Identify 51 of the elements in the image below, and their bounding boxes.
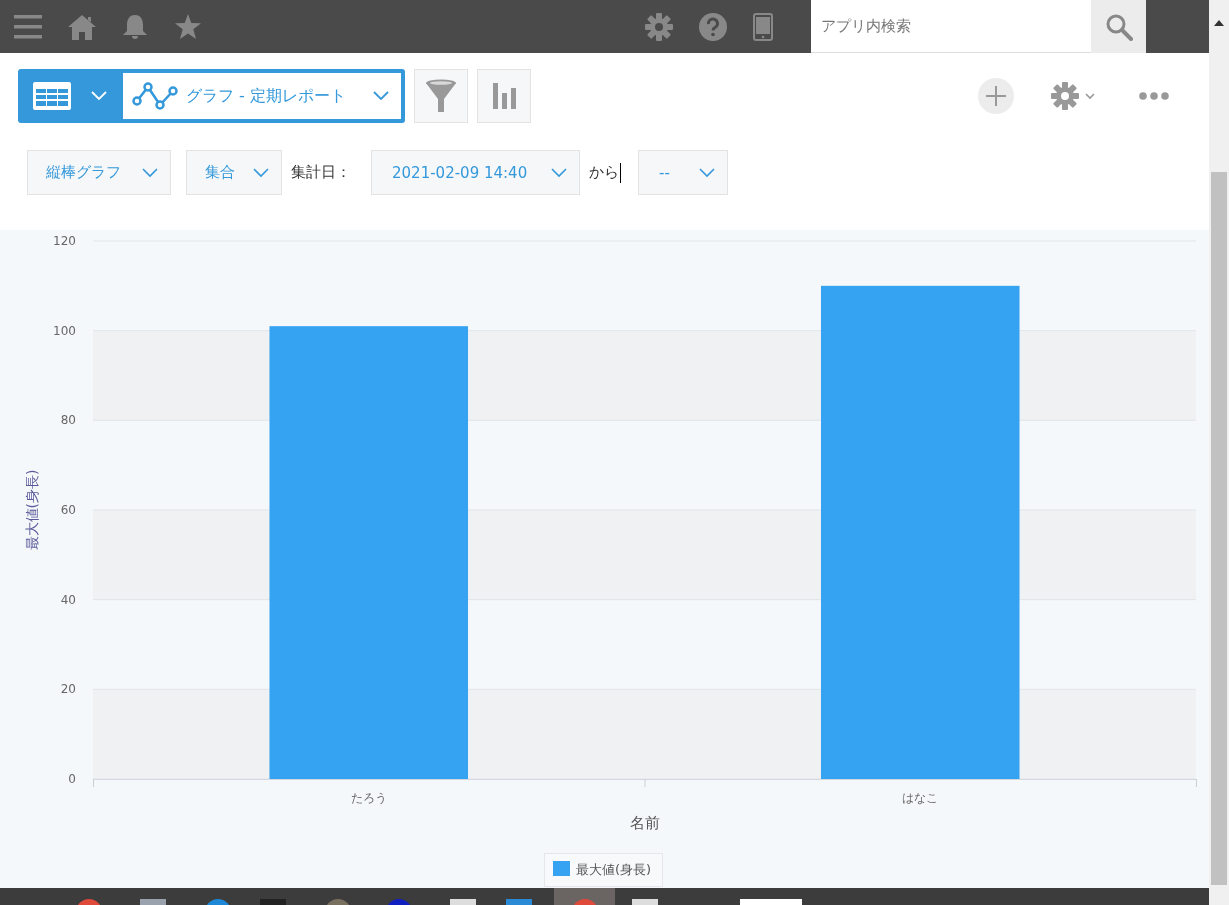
period-label: 集計日： bbox=[291, 163, 351, 182]
scroll-up-icon[interactable] bbox=[1214, 20, 1224, 26]
chevron-icon bbox=[142, 167, 158, 178]
period-end-select[interactable]: -- bbox=[638, 150, 728, 195]
more-button[interactable] bbox=[1139, 92, 1169, 100]
chevron-icon bbox=[551, 167, 567, 178]
from-label: から bbox=[589, 163, 619, 182]
y-tick-label: 0 bbox=[68, 772, 76, 786]
funnel-icon bbox=[425, 79, 457, 113]
caret-icon bbox=[91, 91, 107, 101]
bar-chart-icon bbox=[492, 83, 516, 109]
app-settings-button[interactable] bbox=[1051, 82, 1095, 110]
grouping-select[interactable]: 集合 bbox=[186, 150, 282, 195]
filter-button[interactable] bbox=[414, 69, 468, 123]
search-field[interactable]: アプリ内検索 bbox=[811, 0, 1091, 53]
x-axis-title: 名前 bbox=[629, 814, 660, 832]
home-icon[interactable] bbox=[68, 13, 96, 40]
scrollbar[interactable] bbox=[1209, 0, 1229, 905]
plus-icon bbox=[986, 86, 1006, 106]
y-tick-label: 100 bbox=[53, 323, 76, 338]
view-selector[interactable]: グラフ - 定期レポート bbox=[18, 69, 405, 123]
y-tick-label: 20 bbox=[60, 682, 76, 697]
y-tick-label: 60 bbox=[60, 503, 76, 517]
caret-icon bbox=[1085, 92, 1095, 100]
legend-label: 最大値(身長) bbox=[576, 862, 652, 877]
add-button[interactable] bbox=[978, 78, 1014, 114]
y-tick-label: 80 bbox=[60, 413, 76, 428]
more-icon bbox=[1139, 92, 1169, 100]
y-tick-label: 120 bbox=[53, 234, 76, 248]
table-icon bbox=[33, 82, 71, 110]
bell-icon[interactable] bbox=[122, 13, 148, 40]
settings-icon bbox=[1051, 82, 1079, 110]
caret-icon bbox=[373, 91, 389, 101]
star-icon[interactable] bbox=[174, 13, 202, 40]
chevron-icon bbox=[699, 167, 715, 178]
period-start-select[interactable]: 2021-02-09 14:40 bbox=[371, 150, 580, 195]
y-tick-label: 40 bbox=[60, 592, 76, 607]
line-chart-icon bbox=[132, 81, 178, 111]
search-icon bbox=[1104, 12, 1133, 41]
view-name: グラフ - 定期レポート bbox=[186, 85, 346, 107]
menu-icon[interactable] bbox=[14, 13, 42, 40]
tablet-icon[interactable] bbox=[753, 12, 773, 41]
chart-type-select[interactable]: 縦棒グラフ bbox=[27, 150, 171, 195]
x-tick-label: はなこ bbox=[902, 791, 939, 805]
y-axis-title: 最大値(身長) bbox=[24, 469, 40, 551]
x-tick-label: たろう bbox=[350, 791, 387, 805]
chart-settings-button[interactable] bbox=[477, 69, 531, 123]
search-button[interactable] bbox=[1091, 0, 1146, 53]
help-icon[interactable] bbox=[699, 12, 727, 41]
text-cursor bbox=[620, 162, 621, 183]
chevron-icon bbox=[253, 167, 269, 178]
